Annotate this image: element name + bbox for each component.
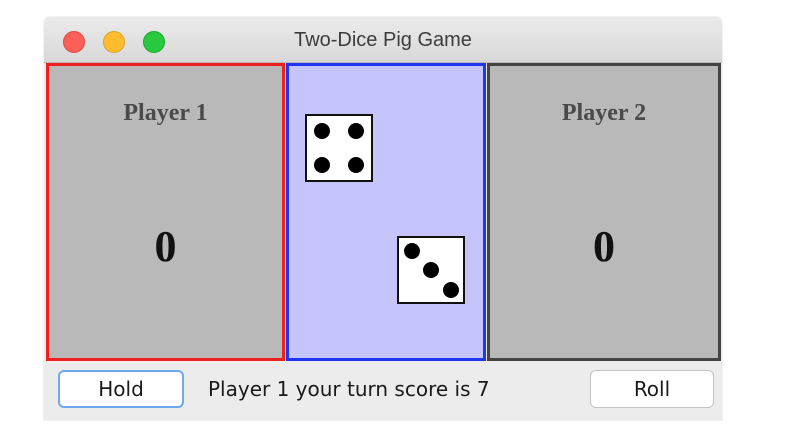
dice-panel <box>286 63 486 361</box>
turn-status-text: Player 1 your turn score is 7 <box>208 377 490 401</box>
die-pip <box>443 282 459 298</box>
player-2-score: 0 <box>593 222 615 271</box>
player-1-score: 0 <box>154 222 177 271</box>
die-pip <box>314 123 330 139</box>
die-2 <box>397 236 465 304</box>
title-bar[interactable]: Two-Dice Pig Game <box>44 17 722 63</box>
player-2-name: Player 2 <box>561 100 647 126</box>
player-1-panel: Player 1 0 <box>46 63 285 361</box>
roll-button[interactable]: Roll <box>590 370 714 408</box>
die-pip <box>348 157 364 173</box>
window-title: Two-Dice Pig Game <box>294 29 472 51</box>
control-bar: Hold Player 1 your turn score is 7 Roll <box>44 361 722 420</box>
hold-button[interactable]: Hold <box>58 370 184 408</box>
player-2-panel: Player 2 0 <box>487 63 721 361</box>
die-pip <box>348 123 364 139</box>
die-pip <box>423 262 439 278</box>
die-pip <box>404 243 420 259</box>
die-1 <box>305 114 373 182</box>
player-1-name: Player 1 <box>123 100 208 126</box>
die-pip <box>314 157 330 173</box>
game-window: Two-Dice Pig Game Player 1 0 Player 2 0 … <box>44 17 722 420</box>
